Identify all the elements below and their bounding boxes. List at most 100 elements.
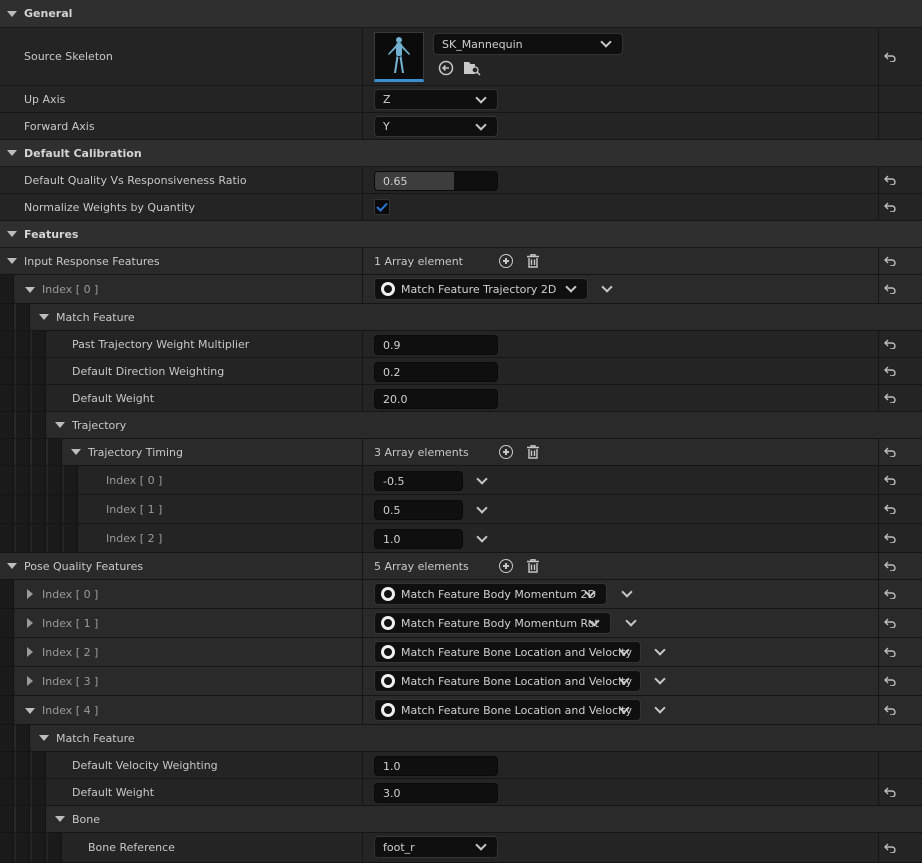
reset-to-default-icon[interactable] xyxy=(884,202,896,212)
reset-to-default-icon[interactable] xyxy=(884,561,896,571)
reset-to-default-icon[interactable] xyxy=(884,618,896,628)
timing-value: 1.0 xyxy=(383,532,401,546)
options-chevron-icon[interactable] xyxy=(476,531,488,543)
add-element-icon[interactable] xyxy=(499,559,513,573)
collapse-arrow-icon[interactable] xyxy=(25,708,35,714)
pose-quality-index-row[interactable]: Index [ 2 ] Match Feature Bone Location … xyxy=(0,638,922,667)
collapse-arrow-icon[interactable] xyxy=(7,11,17,17)
section-default-calibration[interactable]: Default Calibration xyxy=(0,140,922,167)
skeleton-thumbnail[interactable] xyxy=(374,32,424,82)
pose-quality-index-row[interactable]: Index [ 4 ] Match Feature Bone Location … xyxy=(0,696,922,725)
collapse-arrow-icon[interactable] xyxy=(7,231,17,237)
bone-reference-select[interactable]: foot_r xyxy=(374,836,498,858)
collapse-arrow-icon[interactable] xyxy=(25,287,35,293)
ratio-slider[interactable]: 0.65 xyxy=(374,171,498,191)
options-chevron-icon[interactable] xyxy=(476,473,488,485)
reset-to-default-icon[interactable] xyxy=(884,447,896,457)
add-element-icon[interactable] xyxy=(499,445,513,459)
reset-to-default-icon[interactable] xyxy=(884,647,896,657)
reset-to-default-icon[interactable] xyxy=(884,256,896,266)
reset-to-default-icon[interactable] xyxy=(884,52,896,62)
input-response-row[interactable]: Input Response Features 1 Array element xyxy=(0,248,922,275)
collapse-arrow-icon[interactable] xyxy=(71,449,81,455)
collapse-arrow-icon[interactable] xyxy=(7,563,17,569)
trash-icon[interactable] xyxy=(527,445,539,459)
reset-to-default-icon[interactable] xyxy=(884,787,896,797)
pose-quality-index-row[interactable]: Index [ 0 ] Match Feature Body Momentum … xyxy=(0,580,922,609)
up-axis-select[interactable]: Z xyxy=(374,89,498,110)
trajectory-timing-row[interactable]: Trajectory Timing 3 Array elements xyxy=(0,439,922,466)
options-chevron-icon[interactable] xyxy=(621,586,633,598)
collapse-arrow-icon[interactable] xyxy=(39,314,49,320)
timing-value-input[interactable]: 1.0 xyxy=(374,529,463,549)
collapse-arrow-icon[interactable] xyxy=(7,150,17,156)
bone-reference-value: foot_r xyxy=(383,840,415,854)
velocity-weighting-input[interactable]: 1.0 xyxy=(374,756,498,776)
add-element-icon[interactable] xyxy=(499,254,513,268)
past-trajectory-input[interactable]: 0.9 xyxy=(374,335,498,355)
browse-folder-icon[interactable] xyxy=(463,60,481,76)
past-trajectory-row: Past Trajectory Weight Multiplier 0.9 xyxy=(0,331,922,358)
input-response-index-0-row[interactable]: Index [ 0 ] Match Feature Trajectory 2D xyxy=(0,275,922,304)
trajectory-category[interactable]: Trajectory xyxy=(0,412,922,439)
section-features[interactable]: Features xyxy=(0,221,922,248)
index-label: Index [ 2 ] xyxy=(106,531,163,545)
match-feature-category[interactable]: Match Feature xyxy=(0,304,922,331)
trash-icon[interactable] xyxy=(527,254,539,268)
pose-quality-index-row[interactable]: Index [ 3 ] Match Feature Bone Location … xyxy=(0,667,922,696)
feature-type-select[interactable]: Match Feature Body Momentum Rot xyxy=(374,612,611,634)
reset-to-default-icon[interactable] xyxy=(884,705,896,715)
reset-to-default-icon[interactable] xyxy=(884,339,896,349)
default-weight-input[interactable]: 3.0 xyxy=(374,783,498,803)
feature-type-select[interactable]: Match Feature Body Momentum 2D xyxy=(374,583,607,605)
collapse-arrow-icon[interactable] xyxy=(55,816,65,822)
feature-type-value: Match Feature Trajectory 2D xyxy=(401,282,557,296)
timing-value-input[interactable]: -0.5 xyxy=(374,471,463,491)
reset-to-default-icon[interactable] xyxy=(884,175,896,185)
pose-quality-row[interactable]: Pose Quality Features 5 Array elements xyxy=(0,553,922,580)
normalize-checkbox[interactable] xyxy=(374,199,390,215)
match-feature-category[interactable]: Match Feature xyxy=(0,725,922,752)
expand-arrow-icon[interactable] xyxy=(27,676,33,686)
reset-to-default-icon[interactable] xyxy=(884,504,896,514)
section-general[interactable]: General xyxy=(0,0,922,28)
feature-type-select[interactable]: Match Feature Bone Location and Velocity xyxy=(374,670,641,692)
direction-weighting-label: Default Direction Weighting xyxy=(72,364,225,378)
forward-axis-select[interactable]: Y xyxy=(374,116,498,137)
reset-to-default-icon[interactable] xyxy=(884,284,896,294)
options-chevron-icon[interactable] xyxy=(654,702,666,714)
skeleton-select[interactable]: SK_Mannequin xyxy=(433,33,623,55)
options-chevron-icon[interactable] xyxy=(654,644,666,656)
timing-item-row: Index [ 2 ] 1.0 xyxy=(0,524,922,553)
skeleton-select-value: SK_Mannequin xyxy=(442,37,523,51)
timing-value-input[interactable]: 0.5 xyxy=(374,500,463,520)
trash-icon[interactable] xyxy=(527,559,539,573)
collapse-arrow-icon[interactable] xyxy=(7,258,17,264)
default-weight-input[interactable]: 20.0 xyxy=(374,389,498,409)
feature-type-select[interactable]: Match Feature Bone Location and Velocity xyxy=(374,641,641,663)
collapse-arrow-icon[interactable] xyxy=(55,422,65,428)
reset-to-default-icon[interactable] xyxy=(884,676,896,686)
reset-to-default-icon[interactable] xyxy=(884,475,896,485)
reset-to-default-icon[interactable] xyxy=(884,843,896,853)
options-chevron-icon[interactable] xyxy=(625,615,637,627)
options-chevron-icon[interactable] xyxy=(476,502,488,514)
unreal-logo-icon xyxy=(381,703,395,717)
expand-arrow-icon[interactable] xyxy=(27,618,33,628)
expand-arrow-icon[interactable] xyxy=(27,647,33,657)
pose-quality-index-row[interactable]: Index [ 1 ] Match Feature Body Momentum … xyxy=(0,609,922,638)
reset-to-default-icon[interactable] xyxy=(884,366,896,376)
reset-to-default-icon[interactable] xyxy=(884,393,896,403)
options-chevron-icon[interactable] xyxy=(601,281,613,293)
use-selected-icon[interactable] xyxy=(438,60,454,76)
direction-weighting-input[interactable]: 0.2 xyxy=(374,362,498,382)
feature-type-select[interactable]: Match Feature Trajectory 2D xyxy=(374,278,588,300)
collapse-arrow-icon[interactable] xyxy=(39,735,49,741)
expand-arrow-icon[interactable] xyxy=(27,589,33,599)
feature-type-select[interactable]: Match Feature Bone Location and Velocity xyxy=(374,699,641,721)
forward-axis-row: Forward Axis Y xyxy=(0,113,922,140)
options-chevron-icon[interactable] xyxy=(654,673,666,685)
reset-to-default-icon[interactable] xyxy=(884,533,896,543)
reset-to-default-icon[interactable] xyxy=(884,589,896,599)
bone-category[interactable]: Bone xyxy=(0,806,922,833)
